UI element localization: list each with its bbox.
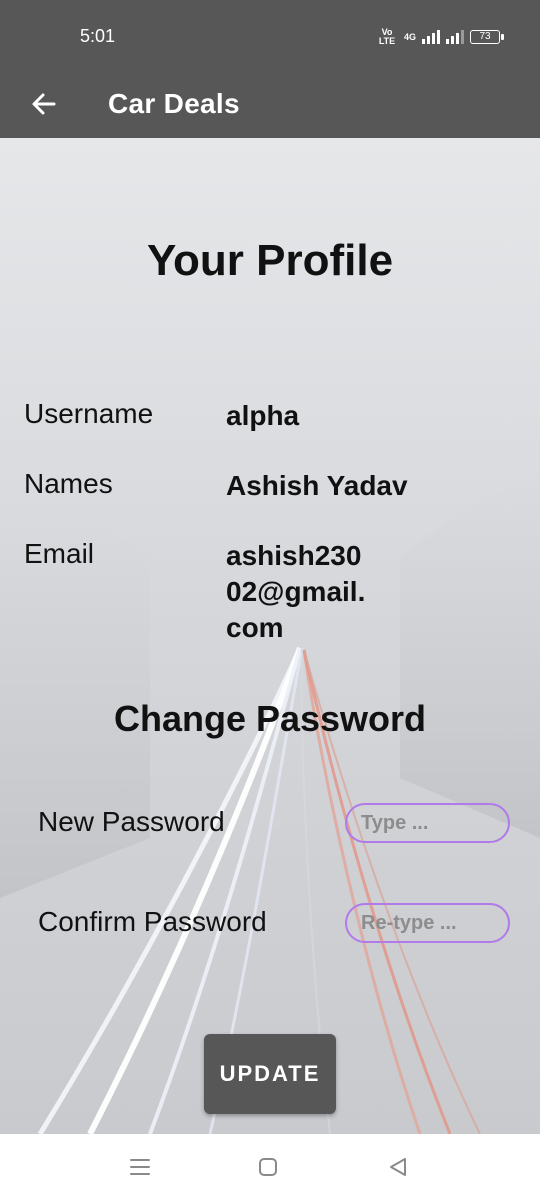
confirm-password-input[interactable] [345,903,510,943]
system-nav-bar [0,1134,540,1200]
volte-icon: Vo LTE [378,27,396,46]
back-triangle-icon [390,1158,406,1176]
signal-icon-2 [446,30,464,44]
username-value: alpha [226,400,300,431]
status-icons: Vo LTE 4G 73 [376,27,504,46]
status-time: 5:01 [80,26,116,46]
home-square-icon [259,1158,277,1176]
update-button[interactable]: UPDATE [204,1034,336,1114]
app-title: Car Deals [108,88,240,119]
network-type-label: 4G [403,32,416,42]
arrow-left-icon [32,93,56,115]
profile-screen: Your Profile Username alpha Names Ashish… [0,138,540,1134]
new-password-label: New Password [38,806,225,837]
nav-back-button[interactable] [378,1152,418,1182]
email-label: Email [24,538,95,569]
back-button[interactable] [22,82,66,126]
home-button[interactable] [248,1152,288,1182]
status-bar: 5:01 Vo LTE 4G 73 [0,0,540,72]
page-title: Your Profile [146,236,394,285]
signal-icon [422,30,440,44]
email-value: ashish23002@gmail.com [226,540,366,643]
app-bar: Car Deals [0,72,540,138]
menu-button[interactable] [120,1152,160,1182]
battery-icon: 73 [470,30,504,44]
menu-icon [130,1159,150,1175]
change-password-title: Change Password [113,698,427,739]
new-password-input[interactable] [345,803,510,843]
username-label: Username [24,398,154,429]
names-label: Names [24,468,113,499]
confirm-password-label: Confirm Password [38,906,267,937]
names-value: Ashish Yadav [226,470,408,501]
